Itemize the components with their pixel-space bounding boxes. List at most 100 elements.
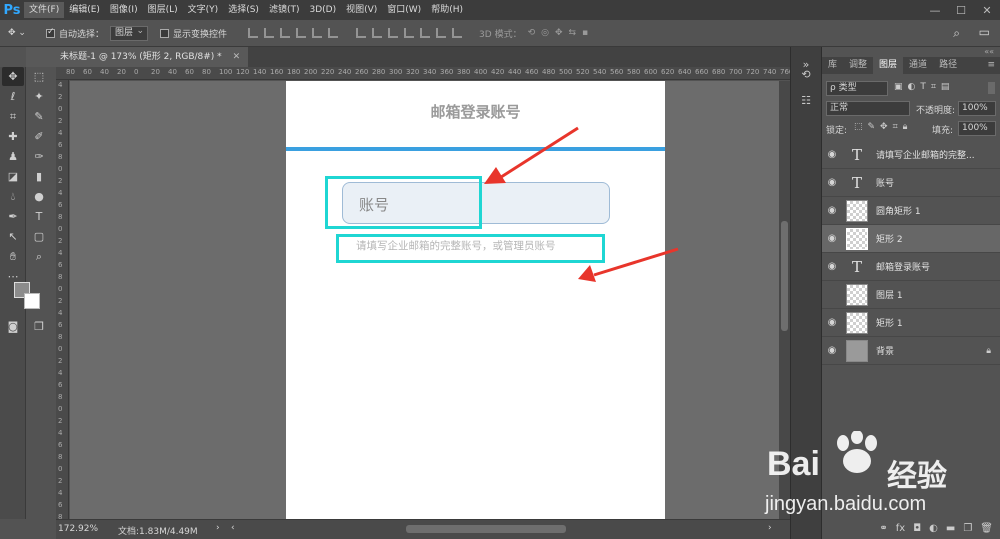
background-color-swatch[interactable] <box>24 293 40 309</box>
status-menu-arrow-icon[interactable]: › <box>216 523 220 533</box>
zoom-tool-icon[interactable]: ⌕ <box>28 247 50 266</box>
menu-3d[interactable]: 3D(D) <box>304 2 341 18</box>
marquee-tool-icon[interactable]: ⬚ <box>28 67 50 86</box>
zoom-level[interactable]: 172.92% <box>58 524 98 534</box>
search-icon[interactable]: ⌕ <box>953 26 960 41</box>
menu-help[interactable]: 帮助(H) <box>426 2 468 18</box>
workspace-icon[interactable]: ▭ <box>979 25 990 39</box>
blur-tool-icon[interactable]: 💧︎ <box>2 187 24 206</box>
blend-mode-dropdown[interactable]: 正常 <box>826 101 910 116</box>
align-vcenter-icon[interactable] <box>264 28 275 38</box>
menu-type[interactable]: 文字(Y) <box>183 2 224 18</box>
vertical-scrollbar[interactable] <box>779 81 790 519</box>
clone-stamp-tool-icon[interactable]: ♟ <box>2 147 24 166</box>
menu-filter[interactable]: 滤镜(T) <box>264 2 305 18</box>
menu-image[interactable]: 图像(I) <box>105 2 143 18</box>
layer-row[interactable]: ◉ 圆角矩形 1 <box>822 197 1000 225</box>
show-transform-checkbox[interactable]: 显示变换控件 <box>160 27 227 40</box>
tab-paths[interactable]: 路径 <box>933 57 963 74</box>
new-group-icon[interactable]: ▬ <box>946 523 955 534</box>
menu-file[interactable]: 文件(F) <box>24 2 65 18</box>
distribute-hcenter-icon[interactable] <box>420 28 431 38</box>
align-hcenter-icon[interactable] <box>312 28 323 38</box>
tab-layers[interactable]: 图层 <box>873 57 904 74</box>
panel-menu-icon[interactable]: ≡ <box>981 57 1000 74</box>
pen-tool-icon[interactable]: ✒ <box>2 207 24 226</box>
distribute-vcenter-icon[interactable] <box>372 28 383 38</box>
align-bottom-icon[interactable] <box>280 28 291 38</box>
visibility-eye-icon[interactable]: ◉ <box>822 317 842 328</box>
move-tool-icon[interactable]: ✥ ⌄ <box>8 28 38 38</box>
menu-window[interactable]: 窗口(W) <box>382 2 426 18</box>
layer-filter-icons[interactable]: ▣◐T⌗▤ <box>894 82 954 92</box>
distribute-right-icon[interactable] <box>436 28 447 38</box>
menu-layer[interactable]: 图层(L) <box>143 2 183 18</box>
document-tab[interactable]: 未标题-1 @ 173% (矩形 2, RGB/8#) * ✕ <box>26 47 249 67</box>
distribute-left-icon[interactable] <box>404 28 415 38</box>
menu-edit[interactable]: 编辑(E) <box>64 2 105 18</box>
distribute-bottom-icon[interactable] <box>388 28 399 38</box>
add-mask-icon[interactable]: ◘ <box>913 523 921 534</box>
screen-mode-icon[interactable]: ❐ <box>28 317 50 336</box>
lasso-tool-icon[interactable]: ℓ <box>2 87 24 106</box>
visibility-eye-icon[interactable]: ◉ <box>822 149 842 160</box>
tab-adjustments[interactable]: 调整 <box>843 57 873 74</box>
visibility-toggle-off[interactable]: ◉ <box>822 289 842 300</box>
visibility-eye-icon[interactable]: ◉ <box>822 177 842 188</box>
fill-input[interactable]: 100% <box>958 121 996 136</box>
auto-align-icon[interactable] <box>452 28 463 38</box>
fx-icon[interactable]: fx <box>896 523 905 534</box>
vertical-scrollbar-thumb[interactable] <box>781 221 788 331</box>
visibility-eye-icon[interactable]: ◉ <box>822 233 842 244</box>
new-layer-icon[interactable]: ❐ <box>963 523 972 534</box>
scroll-left-icon[interactable]: ‹ <box>231 523 235 533</box>
layer-row-selected[interactable]: ◉ 矩形 2 <box>822 225 1000 253</box>
magic-wand-tool-icon[interactable]: ✦ <box>28 87 50 106</box>
visibility-eye-icon[interactable]: ◉ <box>822 205 842 216</box>
type-tool-icon[interactable]: T <box>28 207 50 226</box>
rectangle-tool-icon[interactable]: ▢ <box>28 227 50 246</box>
eyedropper-tool-icon[interactable]: ✎ <box>28 107 50 126</box>
layer-row[interactable]: ◉ 图层 1 <box>822 281 1000 309</box>
menu-view[interactable]: 视图(V) <box>341 2 382 18</box>
dodge-tool-icon[interactable]: ● <box>28 187 50 206</box>
maximize-button[interactable]: ☐ <box>948 0 974 20</box>
canvas-area[interactable]: 邮箱登录账号 账号 请填写企业邮箱的完整账号，或管理员账号 <box>70 81 790 519</box>
adjustment-layer-icon[interactable]: ◐ <box>929 523 938 534</box>
quick-mask-icon[interactable]: ◙ <box>2 317 24 336</box>
scroll-right-icon[interactable]: › <box>768 523 772 533</box>
link-layers-icon[interactable]: ⚭ <box>879 523 887 534</box>
tab-libraries[interactable]: 库 <box>822 57 843 74</box>
align-right-icon[interactable] <box>328 28 339 38</box>
path-selection-tool-icon[interactable]: ↖ <box>2 227 24 246</box>
3d-mode-icons[interactable]: ⟲◎✥⇆▪ <box>528 28 595 38</box>
auto-select-dropdown[interactable]: 图层 <box>110 25 149 41</box>
layer-row[interactable]: ◉ 矩形 1 <box>822 309 1000 337</box>
crop-tool-icon[interactable]: ⌗ <box>2 107 24 126</box>
filter-toggle-icon[interactable] <box>988 82 995 94</box>
delete-layer-icon[interactable]: 🗑︎ <box>980 523 993 534</box>
healing-brush-tool-icon[interactable]: ✚ <box>2 127 24 146</box>
visibility-eye-icon[interactable]: ◉ <box>822 345 842 356</box>
opacity-input[interactable]: 100% <box>958 101 996 116</box>
horizontal-scrollbar-thumb[interactable] <box>406 525 566 533</box>
tab-channels[interactable]: 通道 <box>903 57 933 74</box>
properties-panel-icon[interactable]: ☷ <box>797 91 815 109</box>
lock-icons[interactable]: ⬚✎✥⌗🔒︎ <box>854 122 912 132</box>
history-brush-tool-icon[interactable]: ✑ <box>28 147 50 166</box>
close-tab-icon[interactable]: ✕ <box>233 52 241 62</box>
layer-row[interactable]: ◉ T 账号 <box>822 169 1000 197</box>
menu-select[interactable]: 选择(S) <box>223 2 264 18</box>
eraser-tool-icon[interactable]: ◪ <box>2 167 24 186</box>
layer-row[interactable]: ◉ T 请填写企业邮箱的完整... <box>822 141 1000 169</box>
distribute-top-icon[interactable] <box>356 28 367 38</box>
hand-tool-icon[interactable]: ✋︎ <box>2 247 24 266</box>
layer-filter-dropdown[interactable]: ρ 类型 <box>826 81 888 96</box>
align-top-icon[interactable] <box>248 28 259 38</box>
move-tool-icon[interactable]: ✥ <box>2 67 24 86</box>
auto-select-checkbox[interactable]: 自动选择： <box>46 27 104 40</box>
gradient-tool-icon[interactable]: ▮ <box>28 167 50 186</box>
visibility-eye-icon[interactable]: ◉ <box>822 261 842 272</box>
layer-row[interactable]: ◉ 背景 🔒︎ <box>822 337 1000 365</box>
history-panel-icon[interactable]: ⟲ <box>797 65 815 83</box>
